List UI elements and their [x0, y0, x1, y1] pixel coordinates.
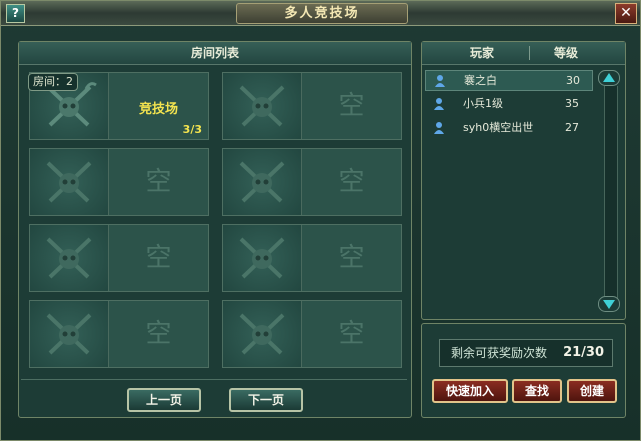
column-header-player: 玩家	[470, 46, 495, 60]
room-slot-1[interactable]: 竞技场 3/3 房间：2	[28, 72, 209, 140]
room-list-panel: 房间列表 竞技场 3/3 房间：2 空 空 空 空 空 空 空 上一页 下一页	[18, 41, 412, 418]
room-slot-6[interactable]: 空	[222, 224, 402, 292]
actions-panel	[421, 323, 626, 418]
room-slot-5[interactable]: 空	[29, 224, 209, 292]
room-slot-7[interactable]: 空	[29, 300, 209, 368]
empty-room-label: 空	[145, 319, 172, 349]
create-button[interactable]: 创建	[567, 379, 617, 403]
room-slot-3[interactable]: 空	[29, 148, 209, 216]
room-slot-8[interactable]: 空	[222, 300, 402, 368]
arena-window: ? 多人竞技场 ✕ 房间列表 竞技场 3/3 房间：2 空 空 空 空 空 空 …	[0, 0, 641, 441]
crossed-swords-skull-icon	[239, 237, 285, 279]
empty-room-label: 空	[338, 167, 365, 197]
crossed-swords-skull-icon	[46, 313, 92, 355]
room-info: 空	[109, 225, 208, 291]
player-list-panel: 玩家 等级 褰之白 30 小兵1级 35 syh0横空出世 27	[421, 41, 626, 320]
room-emblem-icon	[223, 301, 302, 367]
scroll-up-icon[interactable]	[598, 70, 620, 86]
quick-join-button[interactable]: 快速加入	[432, 379, 508, 403]
room-emblem-icon	[223, 149, 302, 215]
crossed-swords-skull-icon	[46, 237, 92, 279]
room-id-tag: 房间：2	[28, 73, 78, 91]
room-slot-2[interactable]: 空	[222, 72, 402, 140]
room-emblem-icon	[223, 73, 302, 139]
player-name: 小兵1级	[463, 97, 503, 110]
reward-counter: 剩余可获奖励次数 21/30	[439, 339, 613, 367]
help-button[interactable]: ?	[6, 4, 25, 23]
room-info: 竞技场 3/3	[109, 73, 208, 139]
room-list-title: 房间列表	[190, 46, 239, 60]
player-avatar-icon	[435, 75, 445, 87]
reward-label: 剩余可获奖励次数	[451, 346, 548, 360]
room-emblem-icon	[223, 225, 302, 291]
player-name: 褰之白	[464, 74, 497, 87]
room-info: 空	[109, 301, 208, 367]
room-list-header: 房间列表	[19, 42, 411, 65]
empty-room-label: 空	[338, 319, 365, 349]
next-page-button[interactable]: 下一页	[229, 388, 303, 412]
crossed-swords-skull-icon	[239, 313, 285, 355]
title-bar: ? 多人竞技场 ✕	[1, 1, 640, 26]
room-emblem-icon	[30, 149, 109, 215]
empty-room-label: 空	[145, 243, 172, 273]
player-row[interactable]: syh0横空出世 27	[425, 118, 591, 137]
prev-page-button[interactable]: 上一页	[127, 388, 201, 412]
reward-value: 21/30	[563, 345, 604, 360]
player-list-header: 玩家 等级	[422, 42, 625, 65]
empty-room-label: 空	[338, 243, 365, 273]
crossed-swords-skull-icon	[239, 85, 285, 127]
room-info: 空	[302, 225, 401, 291]
search-button[interactable]: 查找	[512, 379, 562, 403]
room-name: 竞技场	[138, 102, 178, 117]
column-header-level: 等级	[554, 46, 579, 60]
header-divider	[529, 46, 530, 60]
player-level: 35	[565, 97, 579, 110]
player-list-scrollbar[interactable]	[604, 86, 618, 308]
room-info: 空	[109, 149, 208, 215]
room-player-count: 3/3	[182, 123, 202, 136]
player-name: syh0横空出世	[463, 121, 534, 134]
room-info: 空	[302, 301, 401, 367]
player-level: 30	[566, 74, 580, 87]
player-row[interactable]: 小兵1级 35	[425, 94, 591, 113]
close-button[interactable]: ✕	[615, 3, 637, 24]
player-level: 27	[565, 121, 579, 134]
empty-room-label: 空	[145, 167, 172, 197]
pagination-bar	[21, 379, 407, 414]
scroll-down-icon[interactable]	[598, 296, 620, 312]
player-avatar-icon	[434, 98, 444, 110]
room-info: 空	[302, 149, 401, 215]
room-emblem-icon	[30, 301, 109, 367]
close-icon: ✕	[620, 5, 632, 21]
room-emblem-icon	[30, 225, 109, 291]
crossed-swords-skull-icon	[239, 161, 285, 203]
room-info: 空	[302, 73, 401, 139]
player-avatar-icon	[434, 122, 444, 134]
empty-room-label: 空	[338, 91, 365, 121]
room-slot-4[interactable]: 空	[222, 148, 402, 216]
crossed-swords-skull-icon	[46, 161, 92, 203]
player-row[interactable]: 褰之白 30	[425, 70, 593, 91]
window-title: 多人竞技场	[236, 3, 408, 24]
